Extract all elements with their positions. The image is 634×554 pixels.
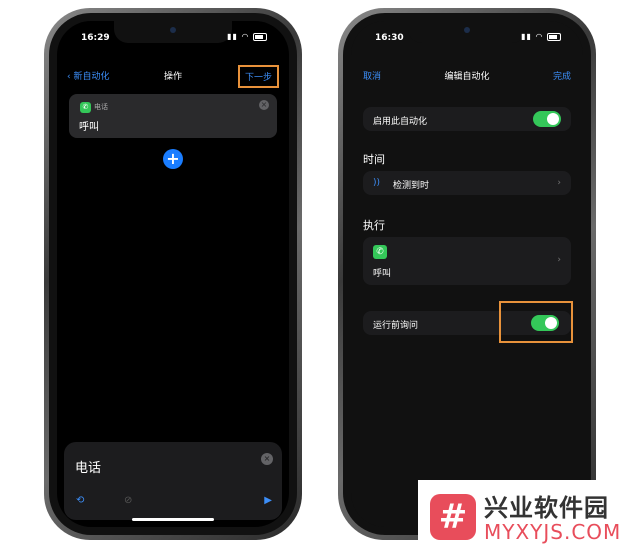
page-title: 编辑自动化 (444, 72, 490, 82)
settings-icon[interactable]: ⊘ (124, 495, 132, 506)
status-icons: ▮▮ ◠ (521, 32, 561, 41)
nav-bar: ‹ 新自动化 操作 下一步 (57, 63, 289, 88)
wifi-icon: ◠ (535, 32, 544, 41)
right-phone: 16:30 ▮▮ ◠ 取消 编辑自动化 完成 启用此自动化 时间 )) 检测到时… (338, 8, 596, 540)
undo-icon[interactable]: ⟲ (76, 495, 84, 506)
next-button[interactable]: 下一步 (237, 65, 279, 88)
status-time: 16:30 (375, 33, 404, 43)
watermark-url: MYXYJS.COM (484, 520, 622, 544)
left-phone: 16:29 ▮▮ ◠ ‹ 新自动化 操作 下一步 ✆电话 呼叫 × + 电话 (44, 8, 302, 540)
sound-wave-icon: )) (373, 178, 381, 188)
action-card-call[interactable]: ✆ 电话 呼叫 × (69, 94, 277, 138)
action-label: 呼叫 (79, 122, 99, 133)
home-indicator (132, 518, 214, 521)
remove-action-icon[interactable]: × (259, 100, 269, 110)
ask-before-running-label: 运行前询问 (373, 321, 419, 331)
execute-action-label: 呼叫 (373, 269, 392, 279)
time-section-header: 时间 (363, 153, 385, 166)
chevron-right-icon: › (557, 178, 561, 188)
action-app-label: 电话 (94, 103, 108, 111)
phone-app-icon: ✆ (373, 245, 387, 259)
watermark-logo: # (430, 494, 476, 540)
notch (408, 21, 526, 43)
enable-automation-toggle[interactable] (533, 111, 561, 127)
left-screen: 16:29 ▮▮ ◠ ‹ 新自动化 操作 下一步 ✆电话 呼叫 × + 电话 (57, 21, 289, 527)
status-time: 16:29 (81, 33, 110, 43)
close-panel-icon[interactable]: × (261, 453, 273, 465)
right-screen: 16:30 ▮▮ ◠ 取消 编辑自动化 完成 启用此自动化 时间 )) 检测到时… (351, 21, 583, 527)
wifi-icon: ◠ (241, 32, 250, 41)
enable-automation-label: 启用此自动化 (373, 117, 428, 127)
highlight-box (499, 301, 573, 343)
chevron-right-icon: › (557, 255, 561, 265)
signal-icon: ▮▮ (521, 32, 532, 41)
execute-section-header: 执行 (363, 219, 385, 232)
status-icons: ▮▮ ◠ (227, 32, 267, 41)
watermark-name: 兴业软件园 (484, 494, 609, 522)
phone-app-icon: ✆ (80, 102, 91, 113)
done-button[interactable]: 完成 (553, 69, 571, 82)
battery-icon (547, 32, 561, 41)
trigger-row[interactable]: )) 检测到时 › (363, 171, 571, 195)
action-search-panel: 电话 × ⟲ ⊘ ▶ (64, 442, 282, 520)
execute-action-row[interactable]: ✆ 呼叫 › (363, 237, 571, 285)
panel-title: 电话 (75, 461, 102, 476)
nav-bar: 取消 编辑自动化 完成 (351, 63, 583, 87)
trigger-label: 检测到时 (393, 181, 430, 191)
enable-automation-row: 启用此自动化 (363, 107, 571, 131)
add-action-button[interactable]: + (163, 149, 183, 169)
signal-icon: ▮▮ (227, 32, 238, 41)
notch (114, 21, 232, 43)
battery-icon (253, 32, 267, 41)
watermark: # 兴业软件园 MYXYJS.COM (418, 480, 634, 554)
run-icon[interactable]: ▶ (264, 495, 272, 506)
